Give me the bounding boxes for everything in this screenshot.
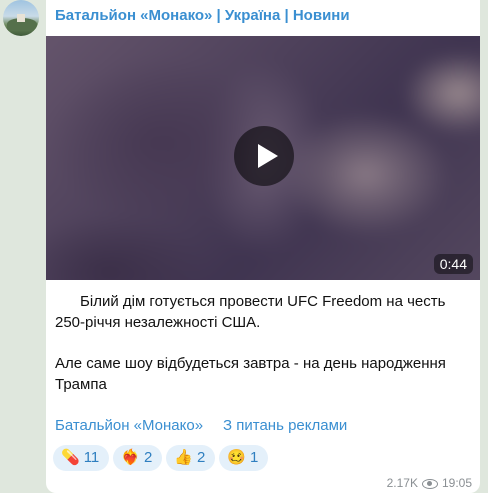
thumbs-up-emoji-icon: 👍 <box>174 449 193 466</box>
video-preview[interactable]: 0:44 <box>46 36 480 280</box>
reaction-count: 2 <box>196 449 206 466</box>
message-links: Батальйон «Монако» З питань реклами <box>55 417 347 434</box>
reaction-count: 1 <box>250 449 259 466</box>
play-button[interactable] <box>234 126 294 186</box>
pill-emoji-icon: 💊 <box>61 449 80 466</box>
message-text-paragraph-1: Білий дім готується провести UFC Freedom… <box>55 293 450 331</box>
reaction-thumbs-up[interactable]: 👍 2 <box>166 445 216 471</box>
video-duration: 0:44 <box>433 254 473 274</box>
view-count: 2.17K <box>386 476 418 490</box>
message-text-paragraph-2: Але саме шоу відбудеться завтра - на ден… <box>55 355 446 393</box>
reaction-count: 2 <box>143 449 153 466</box>
message-meta: 2.17K 19:05 <box>387 476 472 490</box>
woozy-face-emoji-icon: 🥴 <box>227 449 247 466</box>
heart-on-fire-emoji-icon: ❤️‍🔥 <box>121 449 140 466</box>
channel-link[interactable]: Батальйон «Монако» <box>55 417 203 434</box>
reactions-bar: 💊 11 ❤️‍🔥 2 👍 2 🥴 1 <box>53 445 272 471</box>
reaction-heart-on-fire[interactable]: ❤️‍🔥 2 <box>113 445 163 471</box>
eye-icon <box>421 478 438 489</box>
avatar-building <box>17 14 25 22</box>
channel-avatar[interactable] <box>3 0 39 36</box>
play-icon <box>258 144 278 168</box>
ads-link[interactable]: З питань реклами <box>223 417 347 434</box>
message-time: 19:05 <box>441 476 472 490</box>
message-bubble: Батальйон «Монако» | Україна | Новини 0:… <box>46 0 480 493</box>
reaction-woozy[interactable]: 🥴 1 <box>219 445 269 471</box>
eye-pupil <box>426 480 432 486</box>
channel-title[interactable]: Батальйон «Монако» | Україна | Новини <box>55 7 350 24</box>
reaction-count: 11 <box>83 449 100 466</box>
reaction-pill[interactable]: 💊 11 <box>53 445 110 471</box>
